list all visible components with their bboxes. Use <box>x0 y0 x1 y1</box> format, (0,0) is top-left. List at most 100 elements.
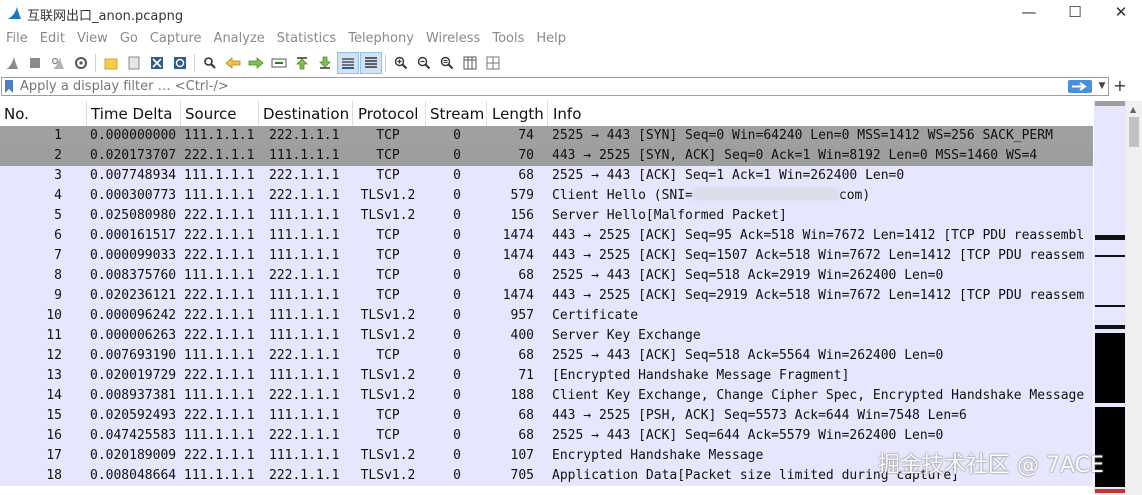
toolbar-separator <box>194 54 195 72</box>
minimize-button[interactable]: — <box>1006 0 1052 26</box>
first-packet-button[interactable] <box>291 52 313 74</box>
scroll-up-icon[interactable]: ▲ <box>1130 105 1136 114</box>
find-packet-button[interactable] <box>199 52 221 74</box>
column-divider[interactable] <box>86 101 87 126</box>
menu-go[interactable]: Go <box>114 31 144 46</box>
minimap-mark <box>1095 255 1125 257</box>
zoom-in-button[interactable] <box>390 52 412 74</box>
cell-source: 222.1.1.1 <box>184 408 255 423</box>
menu-capture[interactable]: Capture <box>144 31 208 46</box>
menu-wireless[interactable]: Wireless <box>420 31 486 46</box>
zoom-reset-icon <box>440 56 454 70</box>
packet-minimap[interactable] <box>1094 101 1126 495</box>
restart-capture-button[interactable] <box>47 52 69 74</box>
column-header-protocol[interactable]: Protocol <box>358 104 418 124</box>
table-row[interactable]: 7 0.000099033 222.1.1.1 111.1.1.1 TCP 0 … <box>0 246 1093 266</box>
go-to-packet-button[interactable] <box>268 52 290 74</box>
column-header-source[interactable]: Source <box>185 104 237 124</box>
capture-options-button[interactable] <box>70 52 92 74</box>
column-header-no[interactable]: No. <box>4 104 29 124</box>
column-header-info[interactable]: Info <box>553 104 581 124</box>
table-row[interactable]: 5 0.025080980 222.1.1.1 111.1.1.1 TLSv1.… <box>0 206 1093 226</box>
minimap-mark <box>1095 325 1125 329</box>
toolbar-separator <box>95 54 96 72</box>
reload-file-button[interactable] <box>169 52 191 74</box>
colorize-button[interactable] <box>360 52 382 74</box>
menu-tools[interactable]: Tools <box>486 31 530 46</box>
table-row[interactable]: 6 0.000161517 222.1.1.1 111.1.1.1 TCP 0 … <box>0 226 1093 246</box>
table-row[interactable]: 1 0.000000000 111.1.1.1 222.1.1.1 TCP 0 … <box>0 126 1093 146</box>
column-divider[interactable] <box>180 101 181 126</box>
column-divider[interactable] <box>258 101 259 126</box>
cell-source: 111.1.1.1 <box>184 468 255 483</box>
zoom-in-icon <box>394 56 408 70</box>
table-row[interactable]: 3 0.007748934 111.1.1.1 222.1.1.1 TCP 0 … <box>0 166 1093 186</box>
save-file-button[interactable] <box>123 52 145 74</box>
open-file-button[interactable] <box>100 52 122 74</box>
scrollbar-thumb[interactable] <box>1129 117 1139 147</box>
column-divider[interactable] <box>425 101 426 126</box>
cell-destination: 111.1.1.1 <box>269 328 340 343</box>
go-forward-button[interactable] <box>245 52 267 74</box>
maximize-button[interactable]: ☐ <box>1052 0 1098 26</box>
resize-columns-button[interactable] <box>459 52 481 74</box>
cell-length: 957 <box>510 308 534 323</box>
close-file-button[interactable] <box>146 52 168 74</box>
bookmark-icon[interactable] <box>4 80 14 93</box>
display-filter-bar: ▼ + <box>0 76 1142 98</box>
filter-history-dropdown[interactable]: ▼ <box>1096 80 1108 93</box>
table-row[interactable]: 8 0.008375760 111.1.1.1 222.1.1.1 TCP 0 … <box>0 266 1093 286</box>
table-row[interactable]: 16 0.047425583 111.1.1.1 222.1.1.1 TCP 0… <box>0 426 1093 446</box>
column-header-stream[interactable]: Stream <box>430 104 484 124</box>
table-row[interactable]: 13 0.020019729 222.1.1.1 111.1.1.1 TLSv1… <box>0 366 1093 386</box>
add-filter-button[interactable]: + <box>1113 76 1127 96</box>
display-filter-input[interactable] <box>20 78 1060 95</box>
menu-analyze[interactable]: Analyze <box>208 31 271 46</box>
menu-help[interactable]: Help <box>530 31 572 46</box>
apply-filter-button[interactable] <box>1068 80 1092 93</box>
cell-destination: 111.1.1.1 <box>269 408 340 423</box>
column-divider[interactable] <box>486 101 487 126</box>
table-row[interactable]: 14 0.008937381 111.1.1.1 222.1.1.1 TLSv1… <box>0 386 1093 406</box>
column-divider[interactable] <box>352 101 353 126</box>
autoscroll-button[interactable] <box>337 52 359 74</box>
sni-suffix: com) <box>838 188 871 203</box>
table-row[interactable]: 15 0.020592493 222.1.1.1 111.1.1.1 TCP 0… <box>0 406 1093 426</box>
column-divider[interactable] <box>547 101 548 126</box>
stop-capture-button[interactable] <box>24 52 46 74</box>
column-header-destination[interactable]: Destination <box>263 104 349 124</box>
cell-destination: 222.1.1.1 <box>269 168 340 183</box>
go-back-button[interactable] <box>222 52 244 74</box>
table-row[interactable]: 9 0.020236121 222.1.1.1 111.1.1.1 TCP 0 … <box>0 286 1093 306</box>
layout-button[interactable] <box>482 52 504 74</box>
chevron-down-icon: ▼ <box>1098 81 1106 91</box>
last-packet-button[interactable] <box>314 52 336 74</box>
table-row[interactable]: 12 0.007693190 111.1.1.1 222.1.1.1 TCP 0… <box>0 346 1093 366</box>
cell-protocol: TLSv1.2 <box>360 388 416 403</box>
table-row[interactable]: 10 0.000096242 222.1.1.1 111.1.1.1 TLSv1… <box>0 306 1093 326</box>
table-row[interactable]: 4 0.000300773 111.1.1.1 222.1.1.1 TLSv1.… <box>0 186 1093 206</box>
cell-info: [Encrypted Handshake Message Fragment] <box>552 368 850 383</box>
close-button[interactable]: ✕ <box>1098 0 1142 26</box>
table-row[interactable]: 11 0.000006263 222.1.1.1 111.1.1.1 TLSv1… <box>0 326 1093 346</box>
resize-columns-icon <box>463 56 477 70</box>
table-row[interactable]: 2 0.020173707 222.1.1.1 111.1.1.1 TCP 0 … <box>0 146 1093 166</box>
cell-source: 222.1.1.1 <box>184 308 255 323</box>
menu-statistics[interactable]: Statistics <box>271 31 342 46</box>
arrow-right-icon <box>248 57 264 69</box>
normal-size-button[interactable] <box>436 52 458 74</box>
column-header-length[interactable]: Length <box>492 104 544 124</box>
zoom-out-button[interactable] <box>413 52 435 74</box>
menu-telephony[interactable]: Telephony <box>342 31 420 46</box>
cell-info: Client Key Exchange, Change Cipher Spec,… <box>552 388 1085 403</box>
column-header-time[interactable]: Time Delta <box>91 104 173 124</box>
cell-time: 0.000161517 <box>90 228 177 243</box>
menu-file[interactable]: File <box>0 31 34 46</box>
cell-stream: 0 <box>453 248 461 263</box>
cell-length: 188 <box>510 388 534 403</box>
colorize-icon <box>365 57 377 68</box>
vertical-scrollbar[interactable]: ▲ <box>1126 101 1142 495</box>
start-capture-button[interactable] <box>1 52 23 74</box>
menu-edit[interactable]: Edit <box>34 31 71 46</box>
menu-view[interactable]: View <box>71 31 114 46</box>
